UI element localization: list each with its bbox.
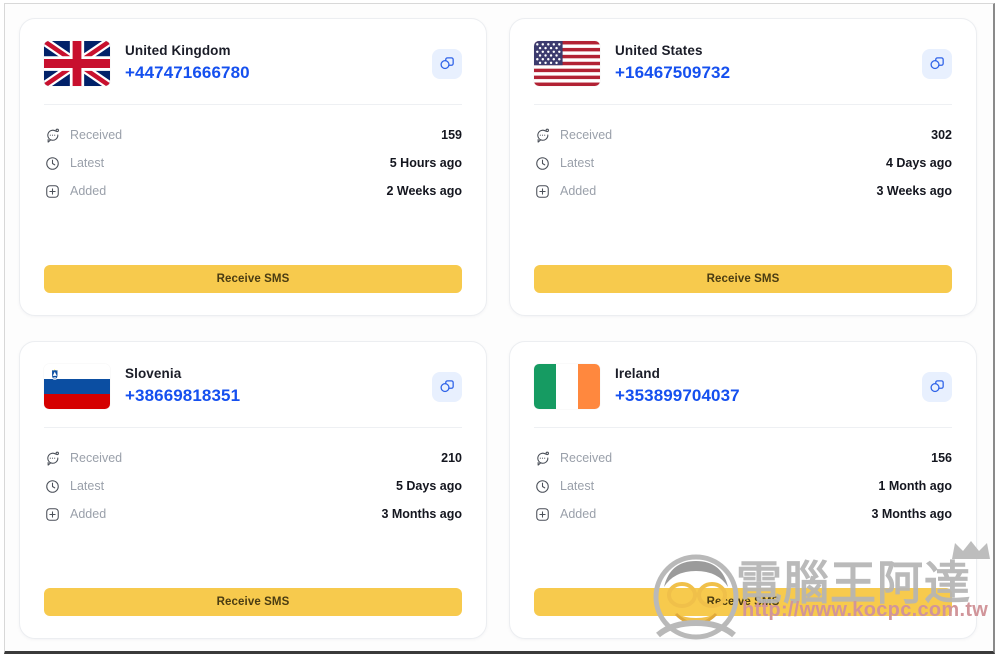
phone-number[interactable]: +38669818351: [125, 385, 432, 408]
stat-value-latest: 1 Month ago: [878, 479, 952, 493]
clock-icon: [534, 155, 551, 172]
card-stats: Received 159 Latest 5 Hours ago Added 2 …: [44, 105, 462, 257]
stat-label-latest: Latest: [560, 479, 595, 493]
plus-square-icon: [44, 506, 61, 523]
copy-number-button[interactable]: [432, 48, 462, 79]
phone-number[interactable]: +16467509732: [615, 62, 922, 85]
stat-label-received: Received: [70, 128, 123, 142]
message-dots-icon: [534, 450, 551, 467]
copy-number-button[interactable]: [922, 371, 952, 402]
stat-row-latest: Latest 4 Days ago: [534, 149, 952, 177]
stat-value-received: 159: [441, 128, 462, 142]
copy-icon: [439, 55, 456, 72]
card-header-text: Ireland +353899704037: [615, 365, 922, 407]
number-card[interactable]: United States +16467509732 Received 302 …: [509, 18, 977, 316]
copy-icon: [929, 378, 946, 395]
card-stats: Received 156 Latest 1 Month ago Added 3 …: [534, 428, 952, 580]
stat-row-added: Added 3 Months ago: [44, 500, 462, 528]
stat-value-added: 3 Months ago: [381, 507, 462, 521]
stat-value-received: 210: [441, 451, 462, 465]
stat-value-received: 156: [931, 451, 952, 465]
page-frame: United Kingdom +447471666780 Received 15…: [4, 3, 995, 654]
stat-label-received: Received: [70, 451, 123, 465]
stat-row-received: Received 159: [44, 121, 462, 149]
stat-label-latest: Latest: [70, 479, 105, 493]
receive-sms-button[interactable]: Receive SMS: [44, 588, 462, 616]
card-header: United Kingdom +447471666780: [44, 19, 462, 104]
message-dots-icon: [534, 127, 551, 144]
stat-label-received: Received: [560, 128, 613, 142]
receive-sms-button[interactable]: Receive SMS: [44, 265, 462, 293]
country-name: Slovenia: [125, 366, 182, 382]
card-header-text: United Kingdom +447471666780: [125, 42, 432, 84]
card-header-text: United States +16467509732: [615, 42, 922, 84]
number-card[interactable]: United Kingdom +447471666780 Received 15…: [19, 18, 487, 316]
clock-icon: [44, 155, 61, 172]
card-header: Ireland +353899704037: [534, 342, 952, 427]
number-card-grid: United Kingdom +447471666780 Received 15…: [5, 4, 993, 651]
card-stats: Received 302 Latest 4 Days ago Added 3 W…: [534, 105, 952, 257]
number-card[interactable]: Slovenia +38669818351 Received 210 Lates…: [19, 341, 487, 639]
stat-label-added: Added: [560, 184, 597, 198]
stat-value-latest: 4 Days ago: [885, 156, 952, 170]
country-name: United States: [615, 43, 703, 59]
card-header-text: Slovenia +38669818351: [125, 365, 432, 407]
stat-row-added: Added 3 Months ago: [534, 500, 952, 528]
phone-number[interactable]: +447471666780: [125, 62, 432, 85]
stat-value-latest: 5 Hours ago: [389, 156, 462, 170]
stat-row-latest: Latest 5 Hours ago: [44, 149, 462, 177]
flag-us-icon: [534, 41, 600, 86]
stat-row-received: Received 210: [44, 444, 462, 472]
stat-row-latest: Latest 1 Month ago: [534, 472, 952, 500]
stat-value-added: 2 Weeks ago: [386, 184, 462, 198]
stat-label-latest: Latest: [70, 156, 105, 170]
receive-sms-button[interactable]: Receive SMS: [534, 265, 952, 293]
flag-ie-icon: [534, 364, 600, 409]
card-header: Slovenia +38669818351: [44, 342, 462, 427]
copy-number-button[interactable]: [922, 48, 952, 79]
card-header: United States +16467509732: [534, 19, 952, 104]
plus-square-icon: [44, 183, 61, 200]
plus-square-icon: [534, 506, 551, 523]
stat-row-added: Added 2 Weeks ago: [44, 177, 462, 205]
message-dots-icon: [44, 127, 61, 144]
copy-number-button[interactable]: [432, 371, 462, 402]
clock-icon: [534, 478, 551, 495]
stat-label-added: Added: [70, 507, 107, 521]
stat-value-added: 3 Months ago: [871, 507, 952, 521]
plus-square-icon: [534, 183, 551, 200]
stat-value-latest: 5 Days ago: [395, 479, 462, 493]
stat-label-received: Received: [560, 451, 613, 465]
receive-sms-button[interactable]: Receive SMS: [534, 588, 952, 616]
stat-row-added: Added 3 Weeks ago: [534, 177, 952, 205]
number-card[interactable]: Ireland +353899704037 Received 156 Lates…: [509, 341, 977, 639]
copy-icon: [929, 55, 946, 72]
stat-row-received: Received 302: [534, 121, 952, 149]
clock-icon: [44, 478, 61, 495]
country-name: United Kingdom: [125, 43, 231, 59]
stat-label-added: Added: [560, 507, 597, 521]
flag-si-icon: [44, 364, 110, 409]
stat-label-latest: Latest: [560, 156, 595, 170]
stat-label-added: Added: [70, 184, 107, 198]
copy-icon: [439, 378, 456, 395]
stat-value-added: 3 Weeks ago: [876, 184, 952, 198]
stat-row-received: Received 156: [534, 444, 952, 472]
card-stats: Received 210 Latest 5 Days ago Added 3 M…: [44, 428, 462, 580]
phone-number[interactable]: +353899704037: [615, 385, 922, 408]
flag-gb-icon: [44, 41, 110, 86]
message-dots-icon: [44, 450, 61, 467]
stat-value-received: 302: [931, 128, 952, 142]
stat-row-latest: Latest 5 Days ago: [44, 472, 462, 500]
country-name: Ireland: [615, 366, 660, 382]
